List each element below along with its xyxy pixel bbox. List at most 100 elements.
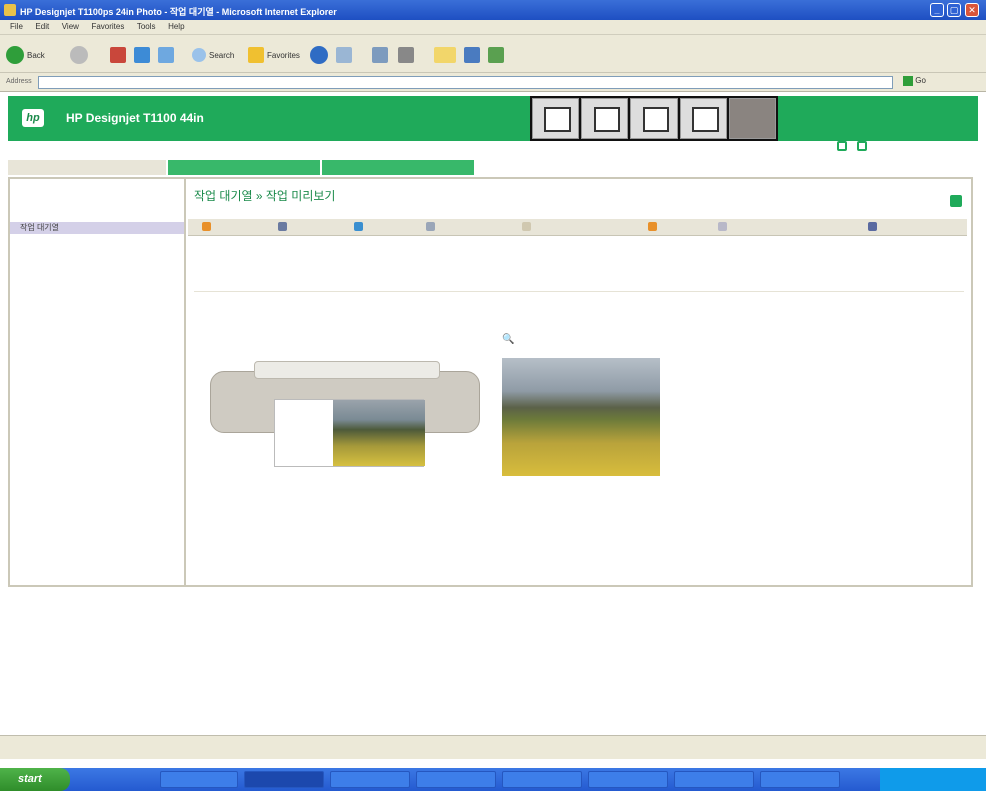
divider: [194, 291, 964, 292]
taskbar-item[interactable]: [502, 771, 582, 788]
main-tabs: [8, 160, 488, 175]
action-button[interactable]: [718, 222, 730, 231]
action-button[interactable]: [202, 222, 214, 231]
sidebar-item[interactable]: [10, 306, 184, 318]
messenger-icon: [488, 47, 504, 63]
header-photo: [679, 98, 727, 139]
forward-arrow-icon: [70, 46, 88, 64]
edit-button[interactable]: [464, 45, 480, 65]
home-button[interactable]: [158, 45, 174, 65]
sidebar-heading: [10, 210, 184, 222]
media-icon: [310, 46, 328, 64]
status-bar: [0, 735, 986, 759]
header-photo-strip: [530, 96, 778, 141]
action-icon: [278, 222, 287, 231]
address-label: Address: [6, 78, 32, 85]
hp-logo: hp: [22, 109, 44, 127]
address-bar: Address Go: [0, 73, 986, 92]
taskbar-item[interactable]: [160, 771, 238, 788]
taskbar-item[interactable]: [416, 771, 496, 788]
action-button[interactable]: [648, 222, 660, 231]
sidebar-heading: [10, 258, 184, 270]
page-title: 작업 대기열 » 작업 미리보기: [194, 189, 336, 203]
maximize-button[interactable]: ▢: [947, 3, 961, 17]
menu-view[interactable]: View: [62, 22, 79, 31]
help-icon[interactable]: [857, 141, 867, 151]
action-button[interactable]: [522, 222, 534, 231]
refresh-icon: [134, 47, 150, 63]
forward-button[interactable]: [70, 45, 88, 65]
header-photo: [728, 98, 777, 139]
web-page: hp HP Designjet T1100 44in 작업 대기열 작업 대기열…: [0, 92, 986, 732]
ie-app-icon: [4, 4, 16, 16]
stop-button[interactable]: [110, 45, 126, 65]
go-button[interactable]: Go: [903, 76, 939, 89]
menu-help[interactable]: Help: [168, 22, 184, 31]
action-icon: [426, 222, 435, 231]
job-preview-image[interactable]: [502, 358, 660, 476]
main-panel: 작업 대기열 » 작업 미리보기 🔍: [188, 179, 971, 585]
hp-header-banner: hp HP Designjet T1100 44in: [8, 96, 978, 141]
sidebar-item[interactable]: [10, 234, 184, 246]
address-input[interactable]: [38, 76, 893, 89]
tab-main[interactable]: [8, 160, 166, 175]
action-icon: [202, 222, 211, 231]
sidebar-heading: [10, 294, 184, 306]
start-button[interactable]: start: [0, 768, 70, 791]
go-arrow-icon: [903, 76, 913, 86]
help-icon[interactable]: [950, 195, 962, 207]
sidebar-item[interactable]: [10, 282, 184, 294]
printer-top: [254, 361, 440, 379]
menu-file[interactable]: File: [10, 22, 23, 31]
top-links: [832, 141, 867, 151]
system-tray: [880, 768, 986, 791]
taskbar-item[interactable]: [330, 771, 410, 788]
stop-icon: [110, 47, 126, 63]
menu-tools[interactable]: Tools: [137, 22, 156, 31]
search-button[interactable]: Search: [192, 45, 234, 65]
header-photo: [630, 98, 678, 139]
star-icon: [248, 47, 264, 63]
tab-setup[interactable]: [168, 160, 320, 175]
print-button[interactable]: [398, 45, 414, 65]
zoom-icon[interactable]: 🔍: [502, 334, 514, 345]
close-button[interactable]: ✕: [965, 3, 979, 17]
tab-support[interactable]: [322, 160, 474, 175]
refresh-button[interactable]: [134, 45, 150, 65]
action-button[interactable]: [868, 222, 880, 231]
sidebar-item[interactable]: [10, 270, 184, 282]
job-action-bar: [188, 219, 967, 236]
history-button[interactable]: [336, 45, 352, 65]
minimize-button[interactable]: _: [930, 3, 944, 17]
messenger-button[interactable]: [488, 45, 504, 65]
header-photo: [581, 98, 629, 139]
folder-button[interactable]: [434, 45, 456, 65]
action-button[interactable]: [426, 222, 438, 231]
printer-paper: [274, 399, 425, 467]
sidebar-item[interactable]: [10, 246, 184, 258]
favorites-button[interactable]: Favorites: [248, 45, 300, 65]
taskbar-item[interactable]: [244, 771, 324, 788]
sidebar-heading: [10, 186, 184, 198]
menu-favorites[interactable]: Favorites: [91, 22, 124, 31]
back-button[interactable]: Back: [6, 45, 45, 65]
menu-edit[interactable]: Edit: [35, 22, 49, 31]
taskbar: start: [0, 768, 986, 791]
sidebar-item[interactable]: [10, 198, 184, 210]
mail-button[interactable]: [372, 45, 388, 65]
refresh-icon[interactable]: [837, 141, 847, 151]
sidebar-item-job-queue[interactable]: 작업 대기열: [10, 222, 184, 234]
window-title-bar[interactable]: HP Designjet T1100ps 24in Photo - 작업 대기열…: [0, 0, 986, 20]
action-icon: [522, 222, 531, 231]
action-icon: [354, 222, 363, 231]
action-icon: [648, 222, 657, 231]
taskbar-item[interactable]: [760, 771, 840, 788]
paper-image: [333, 400, 425, 466]
media-button[interactable]: [310, 45, 328, 65]
header-photo: [532, 98, 580, 139]
sidebar-nav: 작업 대기열: [10, 179, 186, 585]
action-button[interactable]: [278, 222, 290, 231]
taskbar-item[interactable]: [674, 771, 754, 788]
taskbar-item[interactable]: [588, 771, 668, 788]
action-button[interactable]: [354, 222, 366, 231]
